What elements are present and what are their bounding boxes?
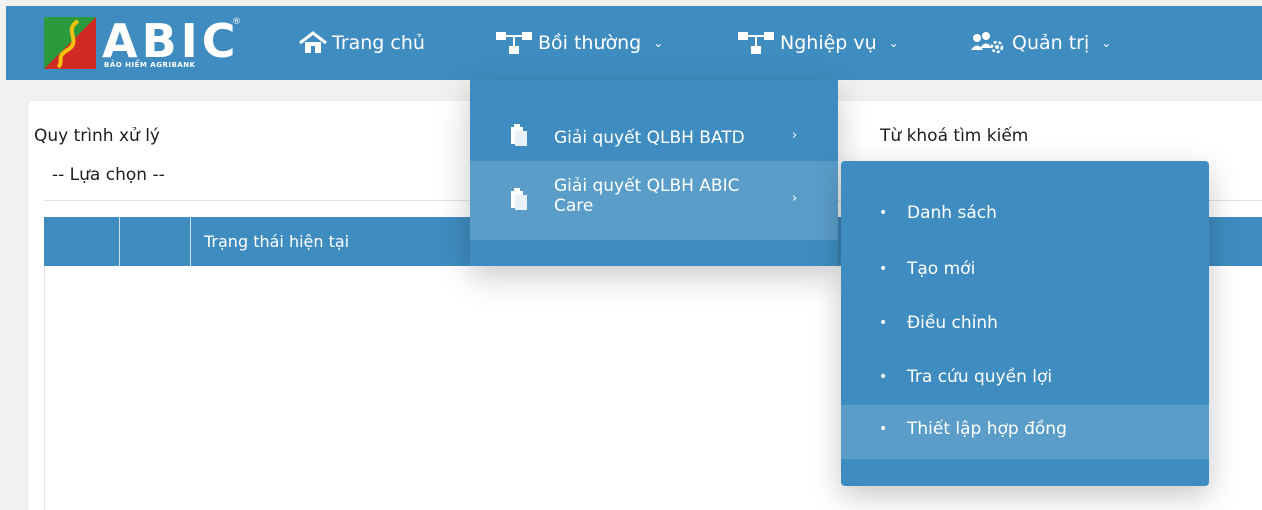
nav-operations[interactable]: Nghiệp vụ ⌄ <box>736 6 899 80</box>
nav-admin[interactable]: Quản trị ⌄ <box>968 6 1111 80</box>
nav-admin-label: Quản trị <box>1012 32 1090 54</box>
nav-claims-label: Bồi thường <box>538 32 642 54</box>
chevron-right-icon: › <box>792 128 798 143</box>
users-gear-icon <box>971 32 1004 54</box>
hierarchy-icon <box>738 32 774 54</box>
bullet: • <box>879 369 888 385</box>
keyword-label: Từ khoá tìm kiếm <box>880 126 1029 146</box>
submenu-item-label: Điều chỉnh <box>907 313 998 333</box>
registered-mark: ® <box>232 17 241 27</box>
home-icon <box>299 31 327 53</box>
top-navbar: ABIC ® BẢO HIỂM AGRIBANK Trang chủ Bồi t… <box>6 6 1262 80</box>
submenu-item-adjust[interactable]: • Điều chỉnh <box>841 299 1209 353</box>
bullet: • <box>879 315 888 331</box>
logo-tagline: BẢO HIỂM AGRIBANK <box>104 61 196 69</box>
menu-item-label-line2: Care <box>554 196 594 216</box>
submenu-item-label: Danh sách <box>907 203 997 223</box>
abic-care-submenu: • Danh sách • Tạo mới • Điều chỉnh • Tra… <box>841 161 1209 486</box>
submenu-item-benefit-lookup[interactable]: • Tra cứu quyền lợi <box>841 353 1209 407</box>
submenu-item-label: Tra cứu quyền lợi <box>907 367 1053 387</box>
chevron-down-icon: ⌄ <box>1101 36 1112 50</box>
submenu-item-contract-setup[interactable]: • Thiết lập hợp đồng <box>841 405 1209 459</box>
menu-item-label: Giải quyết QLBH BATD <box>554 128 745 148</box>
menu-item-qlbh-batd[interactable]: Giải quyết QLBH BATD › <box>470 116 838 160</box>
bullet: • <box>879 261 888 277</box>
submenu-item-label: Tạo mới <box>907 259 976 279</box>
hierarchy-icon <box>496 32 532 54</box>
abic-logo-mark-icon <box>44 17 96 69</box>
process-select[interactable]: -- Lựa chọn -- <box>52 165 165 185</box>
chevron-down-icon: ⌄ <box>888 36 899 50</box>
clipboard-icon <box>511 188 527 210</box>
clipboard-icon <box>511 124 527 146</box>
nav-home-label: Trang chủ <box>332 32 425 54</box>
chevron-down-icon: ⌄ <box>653 36 664 50</box>
bullet: • <box>879 205 888 221</box>
nav-home[interactable]: Trang chủ <box>298 6 425 80</box>
chevron-right-icon: › <box>792 191 798 206</box>
submenu-item-label: Thiết lập hợp đồng <box>907 419 1067 439</box>
abic-logo[interactable]: ABIC ® BẢO HIỂM AGRIBANK <box>44 14 244 73</box>
menu-item-label-line1: Giải quyết QLBH ABIC <box>554 176 740 196</box>
column-header-current-status[interactable]: Trạng thái hiện tại <box>204 217 349 266</box>
claims-dropdown-menu: Giải quyết QLBH BATD › Giải quyết QLBH A… <box>470 80 838 266</box>
process-label: Quy trình xử lý <box>34 126 160 146</box>
nav-operations-label: Nghiệp vụ <box>780 32 877 54</box>
bullet: • <box>879 421 888 437</box>
submenu-item-list[interactable]: • Danh sách <box>841 189 1209 243</box>
nav-claims[interactable]: Bồi thường ⌄ <box>494 6 663 80</box>
menu-item-qlbh-abic-care[interactable]: Giải quyết QLBH ABIC Care › <box>470 161 838 240</box>
column-divider <box>190 217 191 266</box>
column-divider <box>119 217 120 266</box>
submenu-item-create[interactable]: • Tạo mới <box>841 245 1209 299</box>
